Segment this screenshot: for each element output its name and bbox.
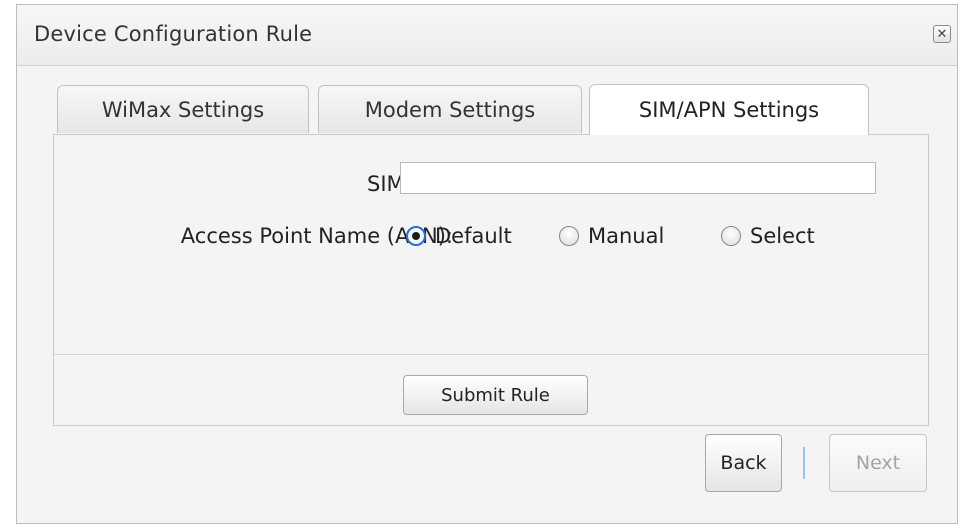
- apn-option-label: Select: [750, 224, 815, 248]
- tab-modem-settings[interactable]: Modem Settings: [318, 85, 582, 133]
- close-icon: ✕: [936, 26, 948, 42]
- form-area: SIM PIN: Access Point Name (APN): Defaul…: [54, 135, 928, 355]
- tab-label: SIM/APN Settings: [638, 98, 820, 122]
- apn-option-label: Default: [435, 224, 512, 248]
- radio-unchecked-icon[interactable]: [559, 226, 579, 246]
- device-configuration-dialog: Device Configuration Rule ✕ WiMax Settin…: [16, 4, 958, 524]
- close-button[interactable]: ✕: [933, 25, 951, 43]
- button-divider: [803, 447, 805, 479]
- radio-unchecked-icon[interactable]: [721, 226, 741, 246]
- tab-label: WiMax Settings: [101, 97, 265, 122]
- apn-option-select[interactable]: Select: [721, 221, 815, 251]
- tab-label: Modem Settings: [364, 97, 536, 122]
- submit-rule-button[interactable]: Submit Rule: [403, 375, 588, 415]
- sim-pin-input[interactable]: [400, 162, 876, 194]
- tab-wimax-settings[interactable]: WiMax Settings: [57, 85, 309, 133]
- next-button[interactable]: Next: [829, 434, 927, 492]
- sim-apn-settings-panel: SIM PIN: Access Point Name (APN): Defaul…: [53, 134, 929, 426]
- dialog-title: Device Configuration Rule: [34, 22, 313, 46]
- apn-option-label: Manual: [588, 224, 665, 248]
- radio-checked-icon[interactable]: [406, 226, 426, 246]
- dialog-titlebar: Device Configuration Rule ✕: [17, 5, 957, 66]
- tab-sim-apn-settings[interactable]: SIM/APN Settings: [589, 84, 869, 135]
- back-button[interactable]: Back: [705, 434, 782, 492]
- apn-option-manual[interactable]: Manual: [559, 221, 664, 251]
- apn-option-default[interactable]: Default: [406, 221, 512, 251]
